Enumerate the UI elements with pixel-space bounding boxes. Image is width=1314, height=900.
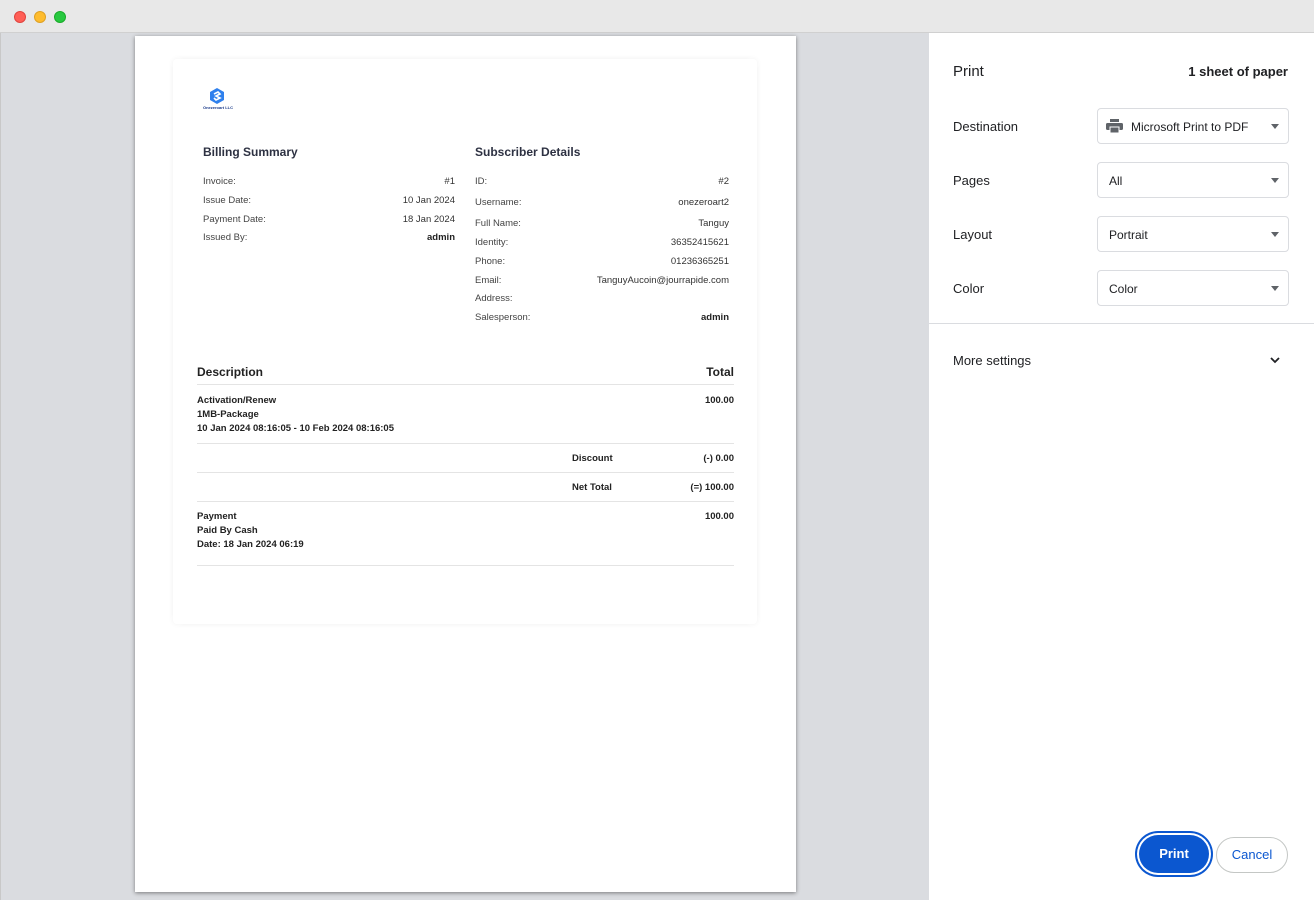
billing-value: #1 [444,176,455,187]
subscriber-label: ID: [475,176,488,187]
logo-icon [210,88,224,104]
divider [197,443,734,444]
subscriber-label: Full Name: [475,218,521,229]
color-select[interactable]: Color [1097,270,1289,306]
subscriber-value: onezeroart2 [678,197,729,208]
subscriber-value: admin [701,312,729,323]
subscriber-details: Subscriber Details ID: #2 Username: onez… [465,129,737,329]
subscriber-value: 01236365251 [670,256,729,267]
subscriber-row-address: Address: [475,293,729,304]
discount-value: (-) 0.00 [703,453,734,464]
billing-row-issue-date: Issue Date: 10 Jan 2024 [203,195,455,206]
billing-value: 18 Jan 2024 [402,214,455,225]
net-total-label: Net Total [572,482,612,493]
layout-value: Portrait [1109,228,1148,242]
billing-row-issued-by: Issued By: admin [203,232,455,243]
destination-value: Microsoft Print to PDF [1131,120,1249,134]
billing-summary-heading: Billing Summary [203,145,298,159]
more-settings-toggle[interactable]: More settings [953,353,1031,368]
column-description: Description [197,365,264,379]
logo-text: Onezeroart LLC [202,105,233,110]
minimize-window-button[interactable] [34,11,46,23]
subscriber-value: 36352415621 [670,237,729,248]
billing-label: Invoice: [203,176,236,187]
item-line-1: Activation/Renew [197,395,277,406]
subscriber-row-full-name: Full Name: Tanguy [475,218,729,229]
preview-sheet: Onezeroart LLC Billing Summary Invoice: … [135,36,796,892]
destination-label: Destination [953,119,1019,134]
print-button[interactable]: Print [1139,835,1209,873]
invoice-card: Onezeroart LLC Billing Summary Invoice: … [173,59,757,624]
billing-row-payment-date: Payment Date: 18 Jan 2024 [203,214,455,225]
billing-summary: Billing Summary Invoice: #1 Issue Date: … [193,129,463,329]
subscriber-details-heading: Subscriber Details [475,145,581,159]
payment-line-2: Paid By Cash [197,525,258,536]
subscriber-value: TanguyAucoin@jourrapide.com [596,275,729,286]
subscriber-label: Email: [475,275,502,286]
payment-line-3: Date: 18 Jan 2024 06:19 [197,539,304,550]
print-preview-area: Onezeroart LLC Billing Summary Invoice: … [0,33,928,900]
printer-icon [1106,119,1123,133]
item-total: 100.00 [704,395,734,406]
sheet-count: 1 sheet of paper [1188,64,1288,79]
pages-value: All [1109,174,1123,188]
layout-label: Layout [953,227,993,242]
divider [197,501,734,502]
table-header: Description Total [197,365,734,385]
chevron-down-icon[interactable] [1268,353,1282,367]
cancel-button[interactable]: Cancel [1216,837,1288,873]
destination-select[interactable]: Microsoft Print to PDF [1097,108,1289,144]
layout-select[interactable]: Portrait [1097,216,1289,252]
billing-row-invoice: Invoice: #1 [203,176,455,187]
window-titlebar [0,0,1314,33]
divider [197,472,734,473]
billing-value: 10 Jan 2024 [402,195,455,206]
pages-select[interactable]: All [1097,162,1289,198]
discount-label: Discount [572,453,613,464]
maximize-window-button[interactable] [54,11,66,23]
pages-label: Pages [953,173,990,188]
subscriber-label: Username: [475,197,522,208]
divider [197,565,734,566]
billing-label: Issue Date: [203,195,252,206]
subscriber-row-id: ID: #2 [475,176,729,187]
subscriber-row-identity: Identity: 36352415621 [475,237,729,248]
subscriber-row-phone: Phone: 01236365251 [475,256,729,267]
subscriber-row-salesperson: Salesperson: admin [475,312,729,323]
print-settings-panel: Print 1 sheet of paper Destination Micro… [928,33,1314,900]
item-line-2: 1MB-Package [197,409,259,420]
payment-line-1: Payment [197,511,237,522]
column-total: Total [706,365,734,379]
subscriber-row-username: Username: onezeroart2 [475,197,729,208]
color-value: Color [1109,282,1138,296]
item-line-3: 10 Jan 2024 08:16:05 - 10 Feb 2024 08:16… [197,423,394,434]
subscriber-label: Phone: [475,256,506,267]
color-label: Color [953,281,985,296]
subscriber-label: Address: [475,293,513,304]
payment-total: 100.00 [704,511,734,522]
subscriber-row-email: Email: TanguyAucoin@jourrapide.com [475,275,729,286]
caret-down-icon [1271,232,1279,237]
subscriber-value: Tanguy [698,218,729,229]
subscriber-label: Salesperson: [475,312,531,323]
company-logo: Onezeroart LLC [198,86,236,116]
caret-down-icon [1271,178,1279,183]
print-title: Print [953,63,984,80]
close-window-button[interactable] [14,11,26,23]
caret-down-icon [1271,286,1279,291]
billing-label: Payment Date: [203,214,266,225]
net-total-value: (=) 100.00 [690,482,734,493]
billing-label: Issued By: [203,232,248,243]
panel-divider [929,323,1314,324]
subscriber-value: #2 [718,176,729,187]
caret-down-icon [1271,124,1279,129]
billing-value: admin [427,232,455,243]
subscriber-label: Identity: [475,237,509,248]
